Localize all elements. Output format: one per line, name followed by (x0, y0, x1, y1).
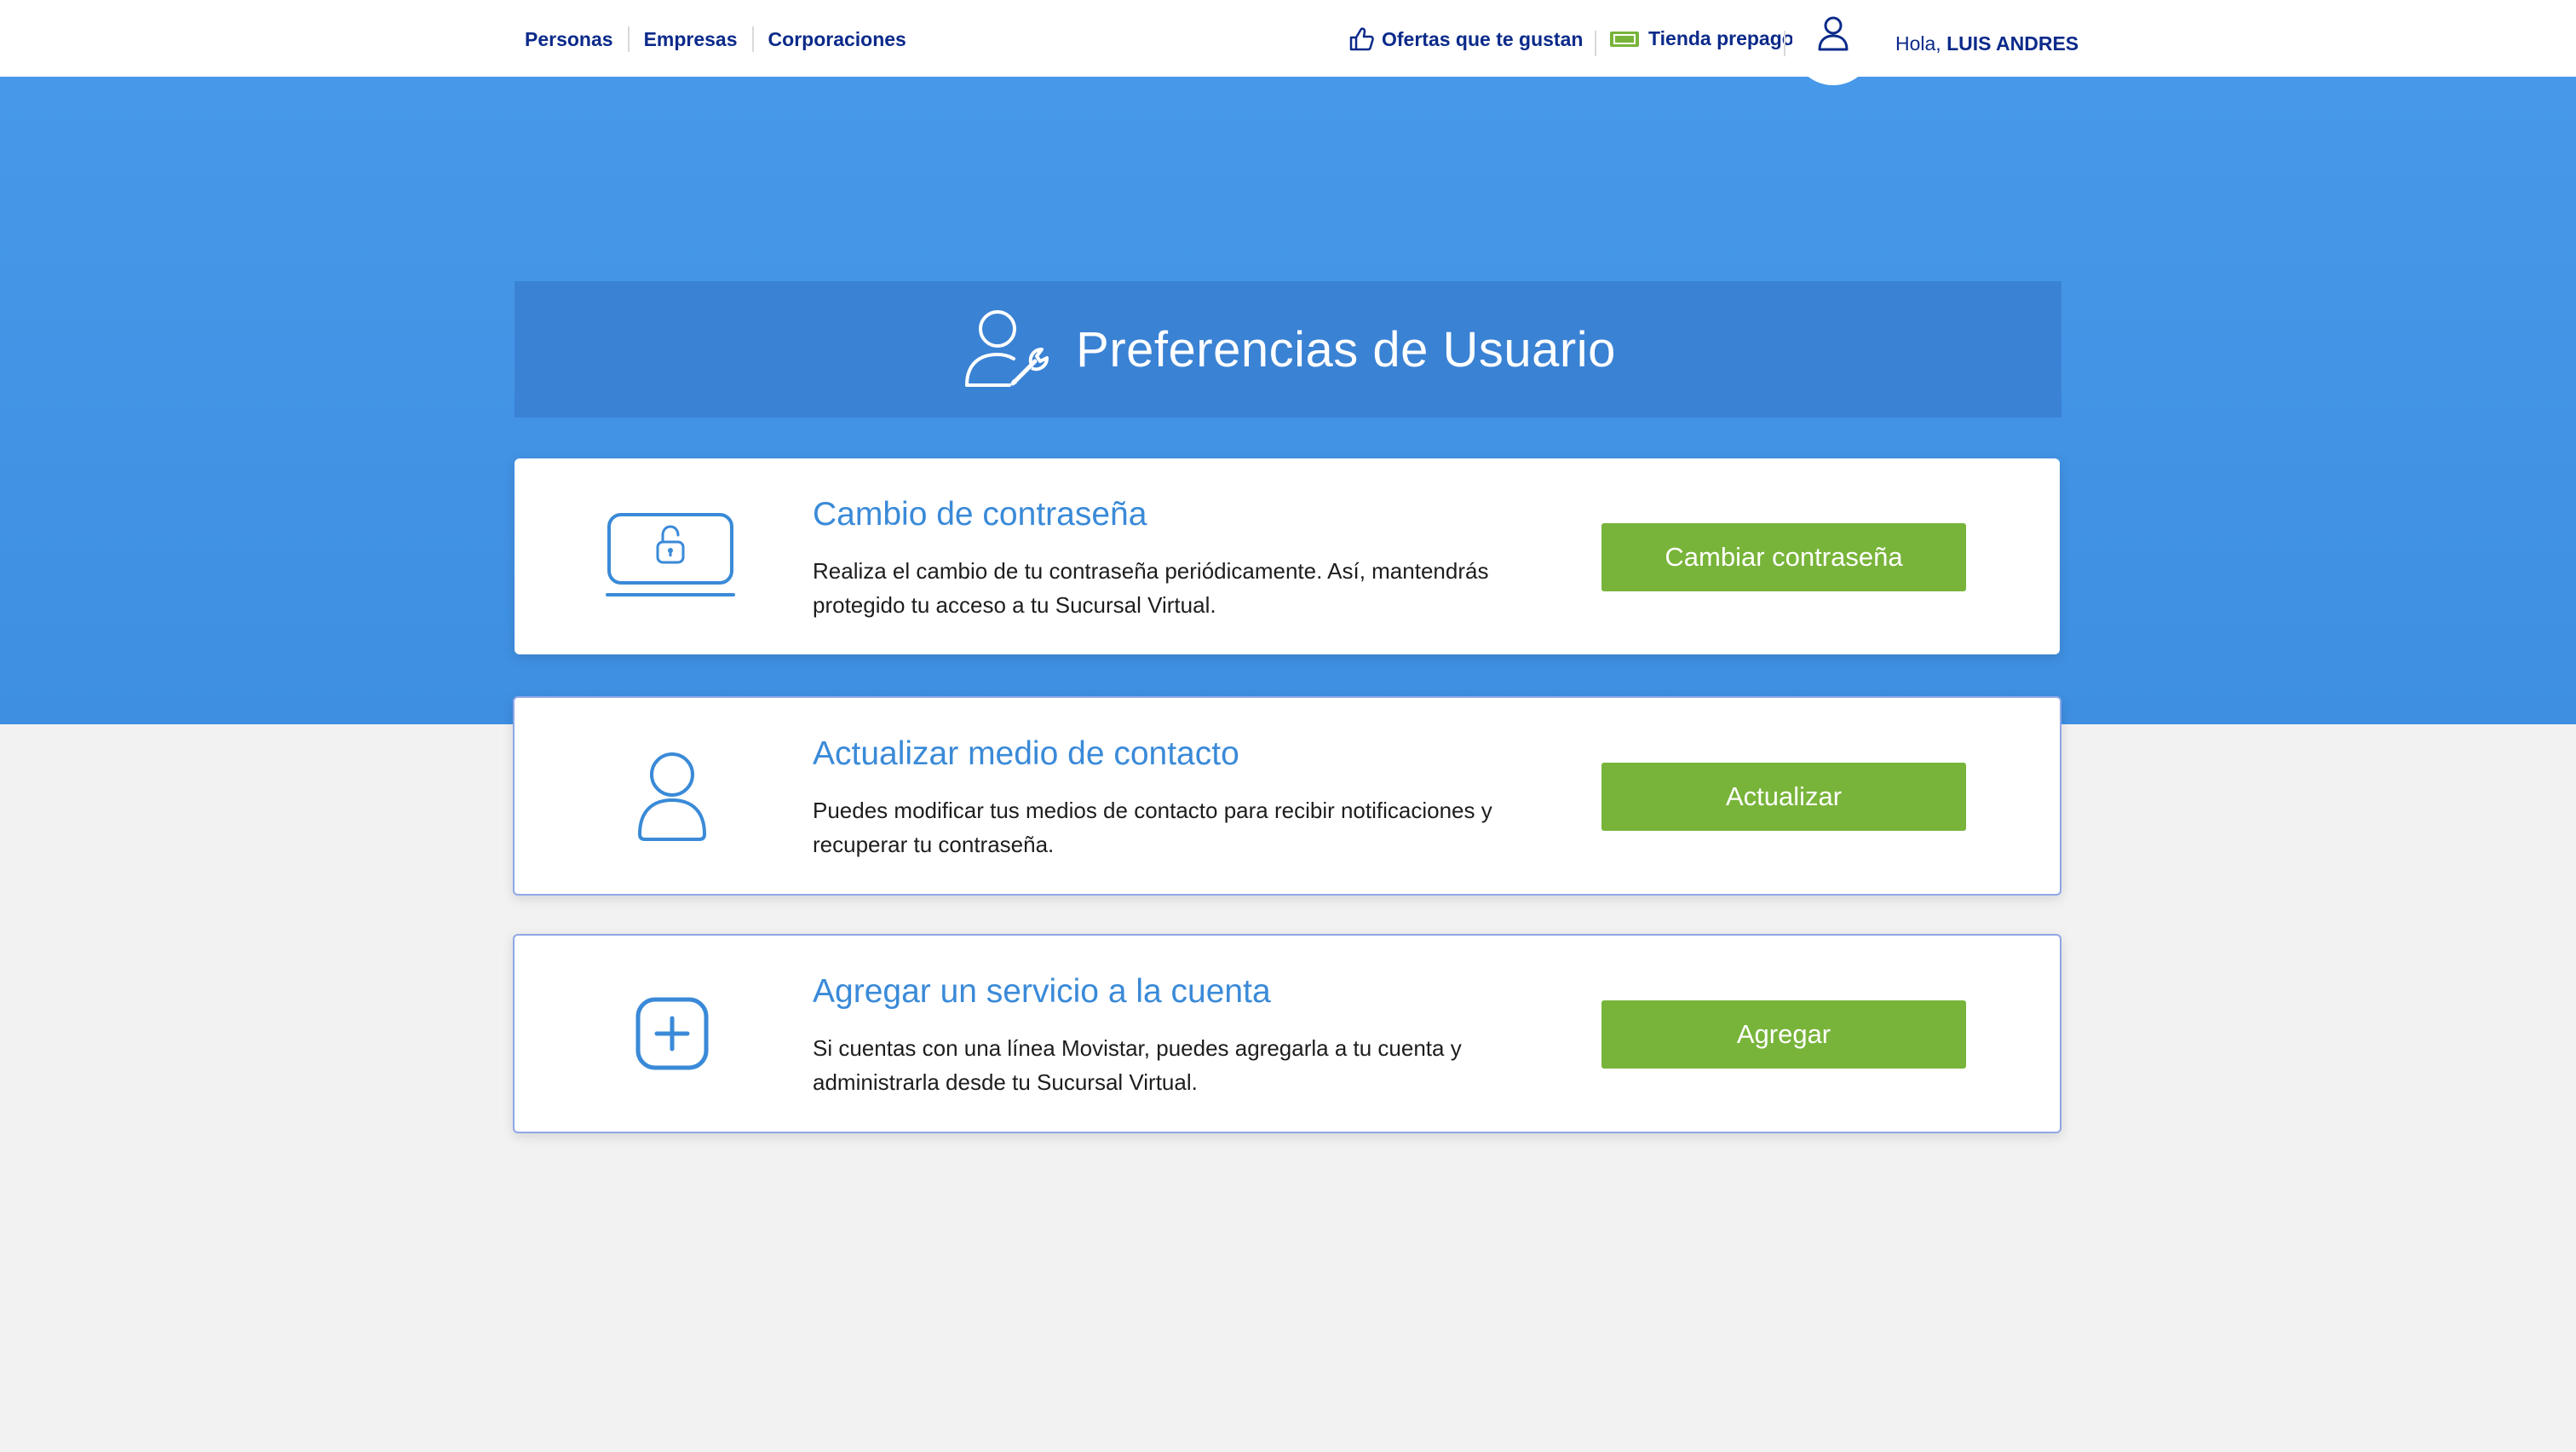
offers-label: Ofertas que te gustan (1382, 27, 1584, 50)
store-label: Tienda prepago (1648, 27, 1794, 49)
nav-link-empresas[interactable]: Empresas (627, 26, 752, 52)
nav-link-personas[interactable]: Personas (515, 26, 628, 52)
ticket-icon (1609, 29, 1640, 49)
user-nav: Ofertas que te gustan Tienda prepago Hol (1298, 0, 2576, 89)
card-add-service: Agregar un servicio a la cuenta Si cuent… (513, 934, 2061, 1133)
plus-square-icon (600, 980, 745, 1087)
card-description: Realiza el cambio de tu contraseña perió… (813, 558, 1489, 618)
card-title: Cambio de contraseña (813, 496, 1147, 533)
account-menu-button[interactable] (1792, 0, 1874, 85)
card-title: Agregar un servicio a la cuenta (813, 973, 1271, 1010)
user-icon (1816, 15, 1850, 53)
change-password-button[interactable]: Cambiar contraseña (1601, 523, 1966, 591)
user-greeting[interactable]: Hola, LUIS ANDRES (1895, 32, 2079, 55)
card-description: Puedes modificar tus medios de contacto … (813, 798, 1492, 857)
prepaid-store-link[interactable]: Tienda prepago (1609, 27, 1794, 50)
card-title: Actualizar medio de contacto (813, 735, 1239, 772)
offers-link[interactable]: Ofertas que te gustan (1348, 26, 1583, 53)
update-contact-button[interactable]: Actualizar (1601, 763, 1966, 831)
nav-divider (1595, 31, 1596, 56)
user-name: LUIS ANDRES (1946, 32, 2079, 55)
segment-nav: Personas Empresas Corporaciones (515, 0, 921, 78)
top-navigation-bar: Personas Empresas Corporaciones Ofertas … (0, 0, 2576, 85)
add-service-button[interactable]: Agregar (1601, 1000, 1966, 1069)
nav-link-corporaciones[interactable]: Corporaciones (751, 26, 921, 52)
user-icon (600, 742, 745, 850)
thumbs-up-icon (1348, 26, 1375, 53)
card-change-password: Cambio de contraseña Realiza el cambio d… (515, 458, 2060, 654)
page-title-bar: Preferencias de Usuario (515, 281, 2061, 418)
greeting-prefix: Hola, (1895, 32, 1947, 55)
nav-divider (1784, 31, 1785, 56)
card-update-contact: Actualizar medio de contacto Puedes modi… (513, 696, 2061, 896)
page-title: Preferencias de Usuario (1076, 321, 1616, 377)
laptop-lock-icon (600, 503, 745, 610)
card-description: Si cuentas con una línea Movistar, puede… (813, 1035, 1462, 1095)
user-settings-icon (960, 307, 1061, 392)
